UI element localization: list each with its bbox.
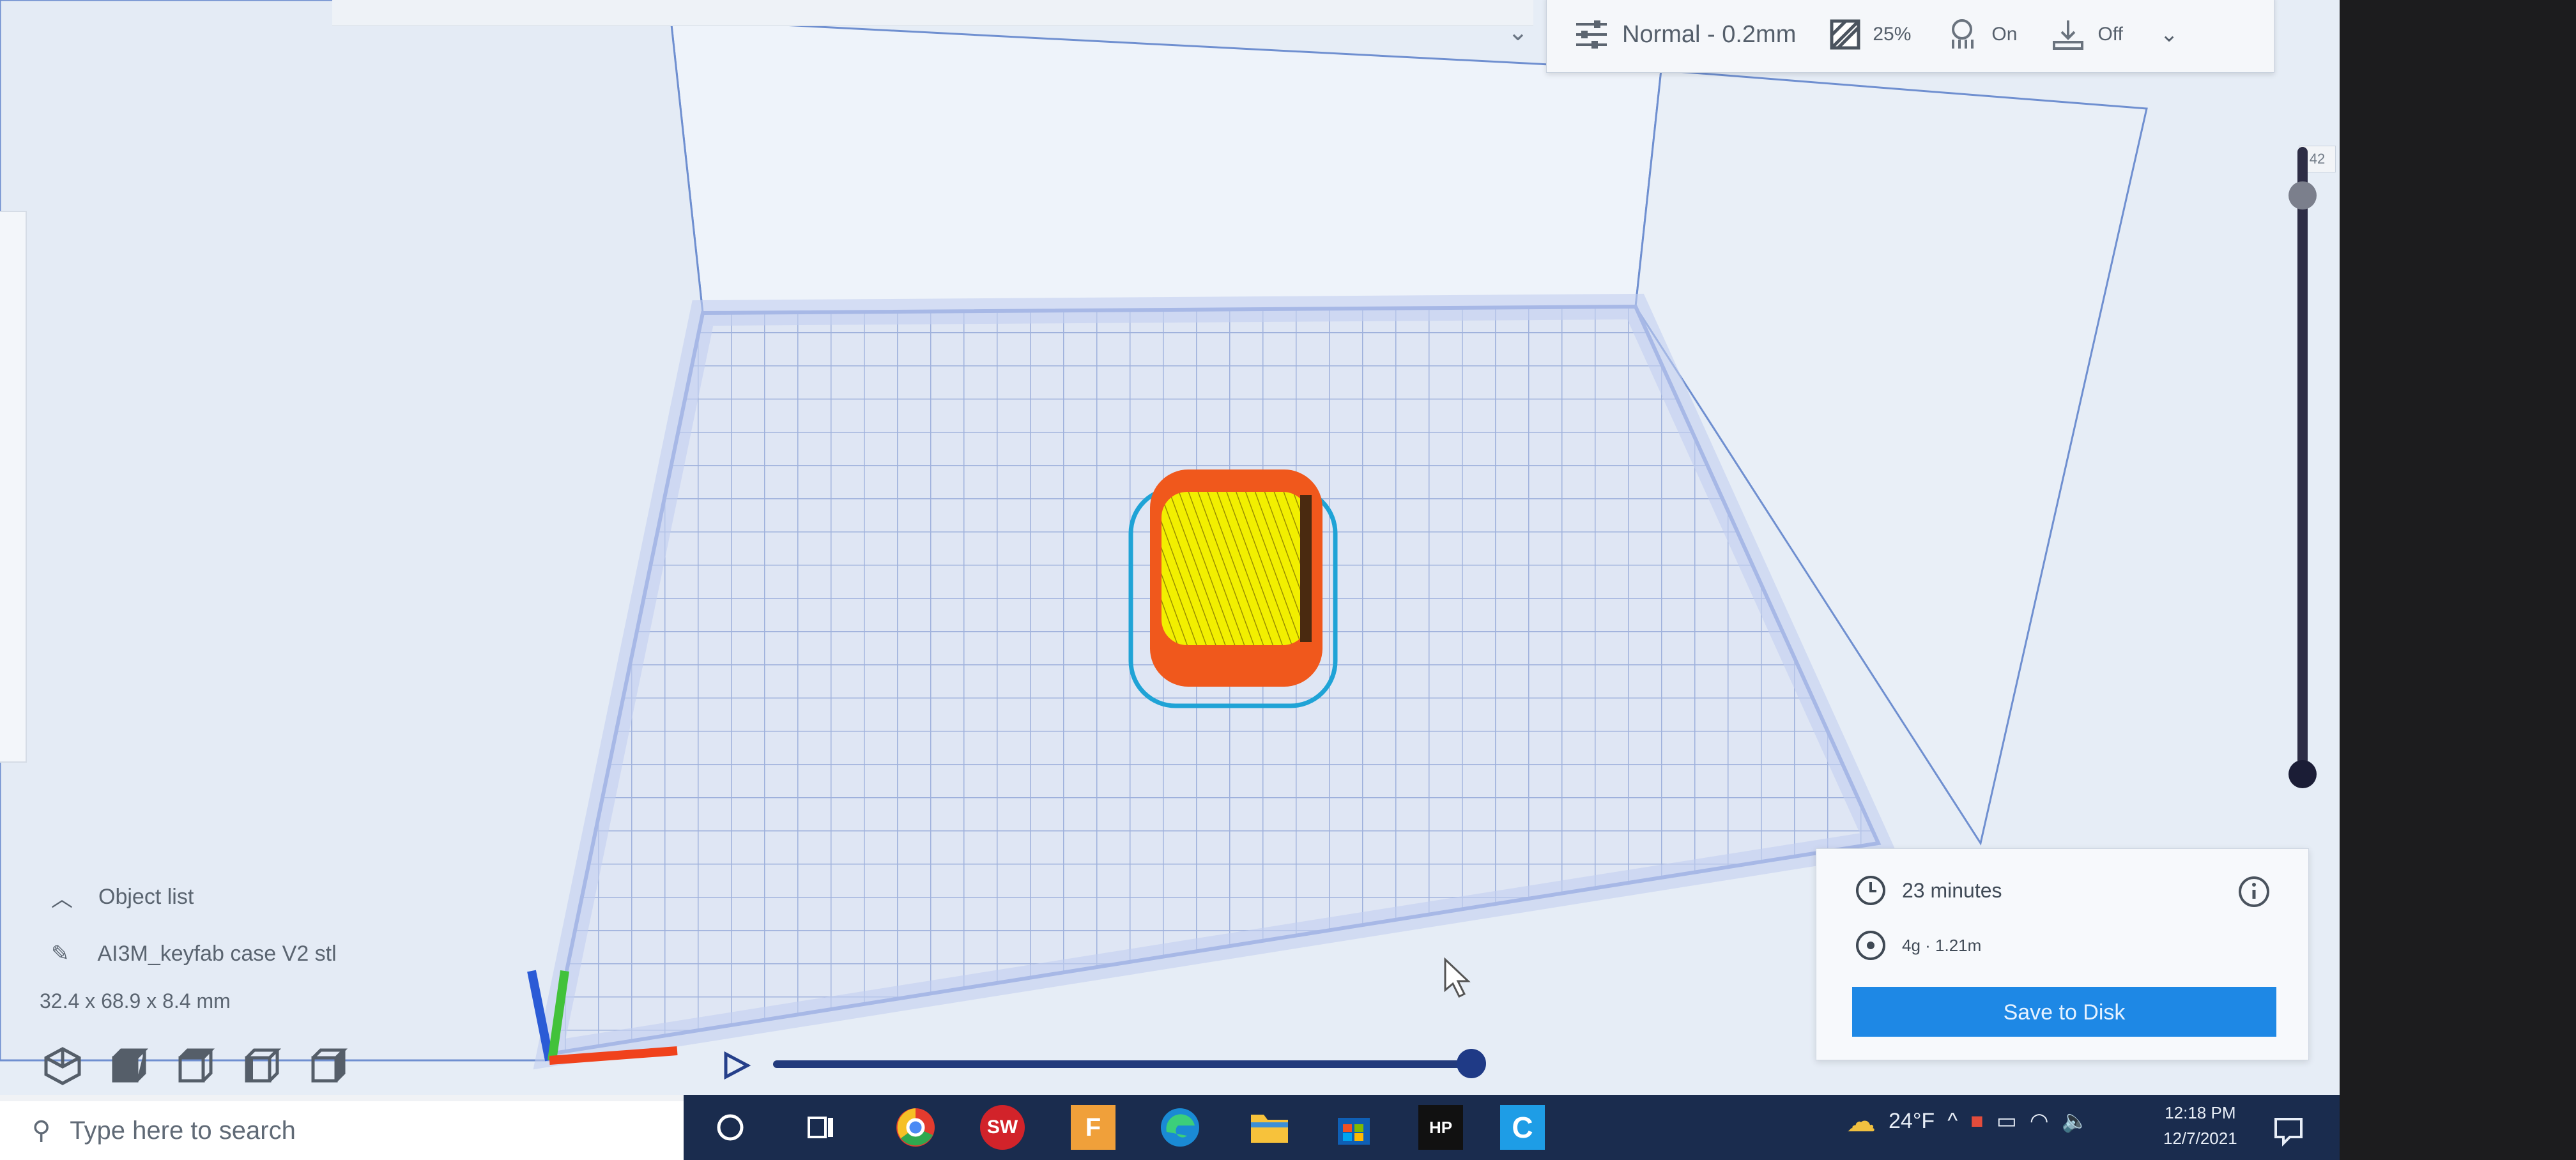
layer-slider-top-handle[interactable]: [2288, 181, 2317, 210]
weather-icon[interactable]: ☁: [1846, 1104, 1876, 1138]
simulation-timeline[interactable]: [773, 1060, 1476, 1068]
infill-setting[interactable]: 25%: [1829, 19, 1911, 50]
adhesion-setting[interactable]: Off ⌄: [2050, 17, 2178, 52]
layer-slider-bottom-handle[interactable]: [2288, 760, 2317, 788]
sliders-icon: [1576, 20, 1607, 49]
cura-icon[interactable]: C: [1500, 1105, 1545, 1150]
camera-view-buttons: [42, 1045, 349, 1086]
model-infill: [1162, 492, 1308, 645]
profile-setting[interactable]: Normal - 0.2mm: [1572, 15, 1796, 54]
store-icon[interactable]: [1331, 1105, 1376, 1150]
file-explorer-icon[interactable]: [1247, 1105, 1292, 1150]
print-settings-bar[interactable]: Normal - 0.2mm 25% On Off ⌄: [1546, 0, 2274, 73]
object-row[interactable]: ✎ AI3M_keyfab case V2 stl: [51, 941, 337, 966]
chevron-down-icon: ⌄: [2159, 22, 2179, 47]
chrome-icon[interactable]: [893, 1105, 938, 1150]
weather-temp[interactable]: 24°F: [1889, 1109, 1935, 1134]
top-view-icon[interactable]: [175, 1045, 216, 1086]
save-to-disk-button[interactable]: Save to Disk: [1852, 987, 2276, 1037]
support-icon: [1952, 19, 1974, 49]
system-tray: ☁ 24°F ^ ■ ▭ ◠ 🔈: [1846, 1104, 2089, 1138]
hp-icon[interactable]: HP: [1418, 1105, 1463, 1150]
solidworks-icon[interactable]: SW: [980, 1105, 1025, 1150]
taskbar-search-box[interactable]: ⚲ Type here to search: [0, 1101, 684, 1160]
support-label: On: [1991, 24, 2018, 45]
back-wall: [670, 18, 1662, 314]
fusion-icon[interactable]: F: [1071, 1105, 1116, 1150]
object-dimensions: 32.4 x 68.9 x 8.4 mm: [40, 989, 231, 1012]
info-icon[interactable]: [2237, 874, 2271, 909]
tray-app-icon[interactable]: ■: [1970, 1109, 1984, 1134]
object-name: AI3M_keyfab case V2 stl: [97, 941, 337, 966]
layer-slider[interactable]: [2297, 147, 2308, 773]
laptop-bezel: [2332, 0, 2576, 1160]
support-setting[interactable]: On: [1944, 17, 2017, 52]
search-icon: ⚲: [32, 1117, 51, 1145]
print-time-row: 23 minutes: [1855, 874, 2002, 906]
infill-label: 25%: [1873, 24, 1912, 45]
play-icon[interactable]: [721, 1050, 751, 1081]
left-tool-panel[interactable]: [0, 211, 27, 763]
chevron-up-icon[interactable]: ^: [1947, 1109, 1958, 1134]
volume-icon[interactable]: 🔈: [2062, 1108, 2089, 1134]
wifi-icon[interactable]: ◠: [2030, 1108, 2049, 1134]
object-list-header: Object list: [98, 885, 194, 909]
adhesion-icon: [2053, 20, 2084, 50]
edge-icon[interactable]: [1158, 1105, 1202, 1150]
object-list-panel: ︿ Object list ✎ AI3M_keyfab case V2 stl …: [40, 881, 337, 1013]
timeline-handle[interactable]: [1457, 1049, 1486, 1078]
material-row: 4g · 1.21m: [1855, 929, 1981, 961]
spool-icon: [1856, 931, 1885, 960]
task-view-icon[interactable]: [799, 1105, 843, 1150]
material-usage: 4g · 1.21m: [1902, 935, 1982, 955]
chevron-down-icon[interactable]: ⌄: [1508, 18, 1528, 47]
clock-date: 12/7/2021: [2163, 1129, 2237, 1148]
cortana-icon[interactable]: [708, 1105, 753, 1150]
right-view-icon[interactable]: [308, 1045, 349, 1086]
model-inner-wall: [1300, 495, 1312, 642]
adhesion-label: Off: [2097, 24, 2123, 45]
infill-icon: [1830, 19, 1860, 50]
cura-window: ⌄ Normal - 0.2mm 25% On Off ⌄ 42 ︿ Objec…: [0, 0, 2340, 1160]
profile-label: Normal - 0.2mm: [1622, 20, 1797, 48]
print-info-panel: 23 minutes 4g · 1.21m Save to Disk: [1816, 848, 2309, 1060]
front-view-icon[interactable]: [109, 1045, 150, 1086]
mouse-cursor: [1444, 957, 1471, 998]
search-placeholder: Type here to search: [70, 1116, 296, 1145]
object-list-toggle[interactable]: ︿ Object list: [51, 881, 337, 913]
battery-icon[interactable]: ▭: [1997, 1108, 2017, 1134]
chevron-up-icon: ︿: [51, 887, 73, 912]
3d-view-icon[interactable]: [42, 1045, 83, 1086]
notification-icon[interactable]: [2272, 1114, 2305, 1147]
clock-time: 12:18 PM: [2165, 1103, 2236, 1122]
left-view-icon[interactable]: [241, 1045, 282, 1086]
pencil-icon: ✎: [51, 942, 70, 966]
print-time: 23 minutes: [1902, 878, 2002, 902]
taskbar-clock[interactable]: 12:18 PM 12/7/2021: [2163, 1100, 2237, 1151]
top-left-toolbar: [332, 0, 1533, 26]
clock-icon: [1856, 876, 1885, 905]
